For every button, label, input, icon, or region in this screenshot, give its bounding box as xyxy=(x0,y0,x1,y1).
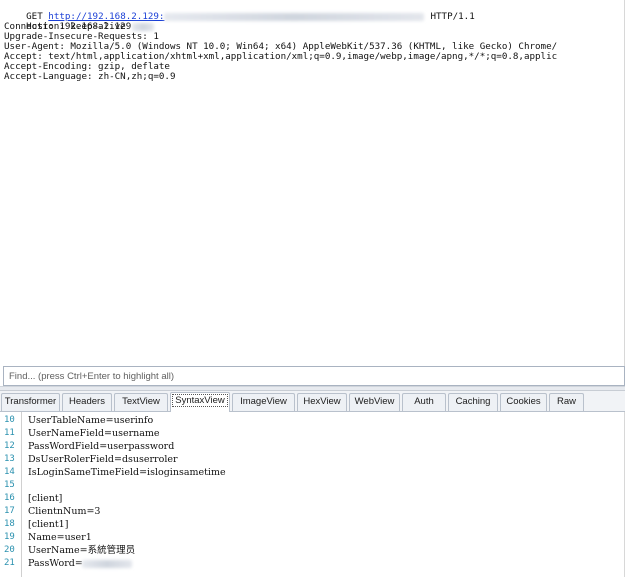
code-text: PassWord= xyxy=(28,558,83,569)
tab-label: Headers xyxy=(69,396,105,407)
tab-label: Raw xyxy=(556,396,576,407)
redacted-url-path xyxy=(164,12,425,21)
tab-transformer[interactable]: Transformer xyxy=(1,393,60,411)
code-text: Name=user1 xyxy=(28,532,92,543)
code-text: UserNameField=username xyxy=(28,428,160,439)
tab-cookies[interactable]: Cookies xyxy=(500,393,547,411)
find-bar xyxy=(3,366,625,386)
inspector-tab-bar: Transformer Headers TextView SyntaxView Imag… xyxy=(0,391,625,412)
line-number: 15 xyxy=(4,480,15,490)
tab-label: WebView xyxy=(354,396,395,407)
line-number: 19 xyxy=(4,532,15,542)
tab-label: Caching xyxy=(455,396,491,407)
line-number: 16 xyxy=(4,493,15,503)
tab-webview[interactable]: WebView xyxy=(349,393,400,411)
redacted-password xyxy=(82,560,132,568)
code-text: ClientnNum=3 xyxy=(28,506,101,517)
code-text: [client] xyxy=(28,493,63,504)
tab-label: Transformer xyxy=(4,396,57,407)
code-text: IsLoginSameTimeField=isloginsametime xyxy=(28,467,226,478)
code-line: 12 PassWordField=userpassword xyxy=(0,440,624,453)
tab-label: SyntaxView xyxy=(172,394,228,407)
line-number: 18 xyxy=(4,519,15,529)
tab-label: ImageView xyxy=(240,396,287,407)
code-line: 21 PassWord= xyxy=(0,557,624,570)
code-text: UserTableName=userinfo xyxy=(28,415,154,426)
line-number: 20 xyxy=(4,545,15,555)
line-number: 14 xyxy=(4,467,15,477)
code-text: DsUserRolerField=dsuserroler xyxy=(28,454,178,465)
line-number: 13 xyxy=(4,454,15,464)
tab-label: Cookies xyxy=(506,396,541,407)
code-line: 13 DsUserRolerField=dsuserroler xyxy=(0,453,624,466)
code-line: 19 Name=user1 xyxy=(0,531,624,544)
request-headers-pane[interactable]: GET http://192.168.2.129: HTTP/1.1 Host: … xyxy=(0,0,625,366)
line-number: 17 xyxy=(4,506,15,516)
tab-textview[interactable]: TextView xyxy=(114,393,168,411)
code-text: UserName=系統管理员 xyxy=(28,545,136,556)
tab-raw[interactable]: Raw xyxy=(549,393,584,411)
code-line: 15 xyxy=(0,479,624,492)
line-number: 10 xyxy=(4,415,15,425)
tab-label: TextView xyxy=(122,396,160,407)
tab-label: Auth xyxy=(414,396,434,407)
tab-syntaxview[interactable]: SyntaxView xyxy=(170,392,230,412)
code-text: PassWordField=userpassword xyxy=(28,441,175,452)
tab-hexview[interactable]: HexView xyxy=(297,393,347,411)
tab-headers[interactable]: Headers xyxy=(62,393,112,411)
tab-auth[interactable]: Auth xyxy=(402,393,446,411)
redacted-host-port xyxy=(132,22,155,31)
code-line: 14 IsLoginSameTimeField=isloginsametime xyxy=(0,466,624,479)
code-line: 20 UserName=系統管理员 xyxy=(0,544,624,557)
line-number: 11 xyxy=(4,428,15,438)
code-line: 17 ClientnNum=3 xyxy=(0,505,624,518)
code-line: 18 [client1] xyxy=(0,518,624,531)
tab-caching[interactable]: Caching xyxy=(448,393,498,411)
request-line: GET http://192.168.2.129: HTTP/1.1 xyxy=(4,2,475,22)
line-number: 12 xyxy=(4,441,15,451)
code-line: 10 UserTableName=userinfo xyxy=(0,414,624,427)
tab-label: HexView xyxy=(303,396,341,407)
find-input[interactable] xyxy=(4,367,624,385)
code-text: [client1] xyxy=(28,519,69,530)
code-line: 11 UserNameField=username xyxy=(0,427,624,440)
request-header-line: Accept-Language: zh-CN,zh;q=0.9 xyxy=(4,71,176,82)
syntax-view-pane[interactable]: 10 UserTableName=userinfo 11 UserNameField=… xyxy=(0,412,625,577)
request-protocol: HTTP/1.1 xyxy=(430,11,475,22)
tab-imageview[interactable]: ImageView xyxy=(232,393,295,411)
line-number: 21 xyxy=(4,558,15,568)
code-line: 16 [client] xyxy=(0,492,624,505)
